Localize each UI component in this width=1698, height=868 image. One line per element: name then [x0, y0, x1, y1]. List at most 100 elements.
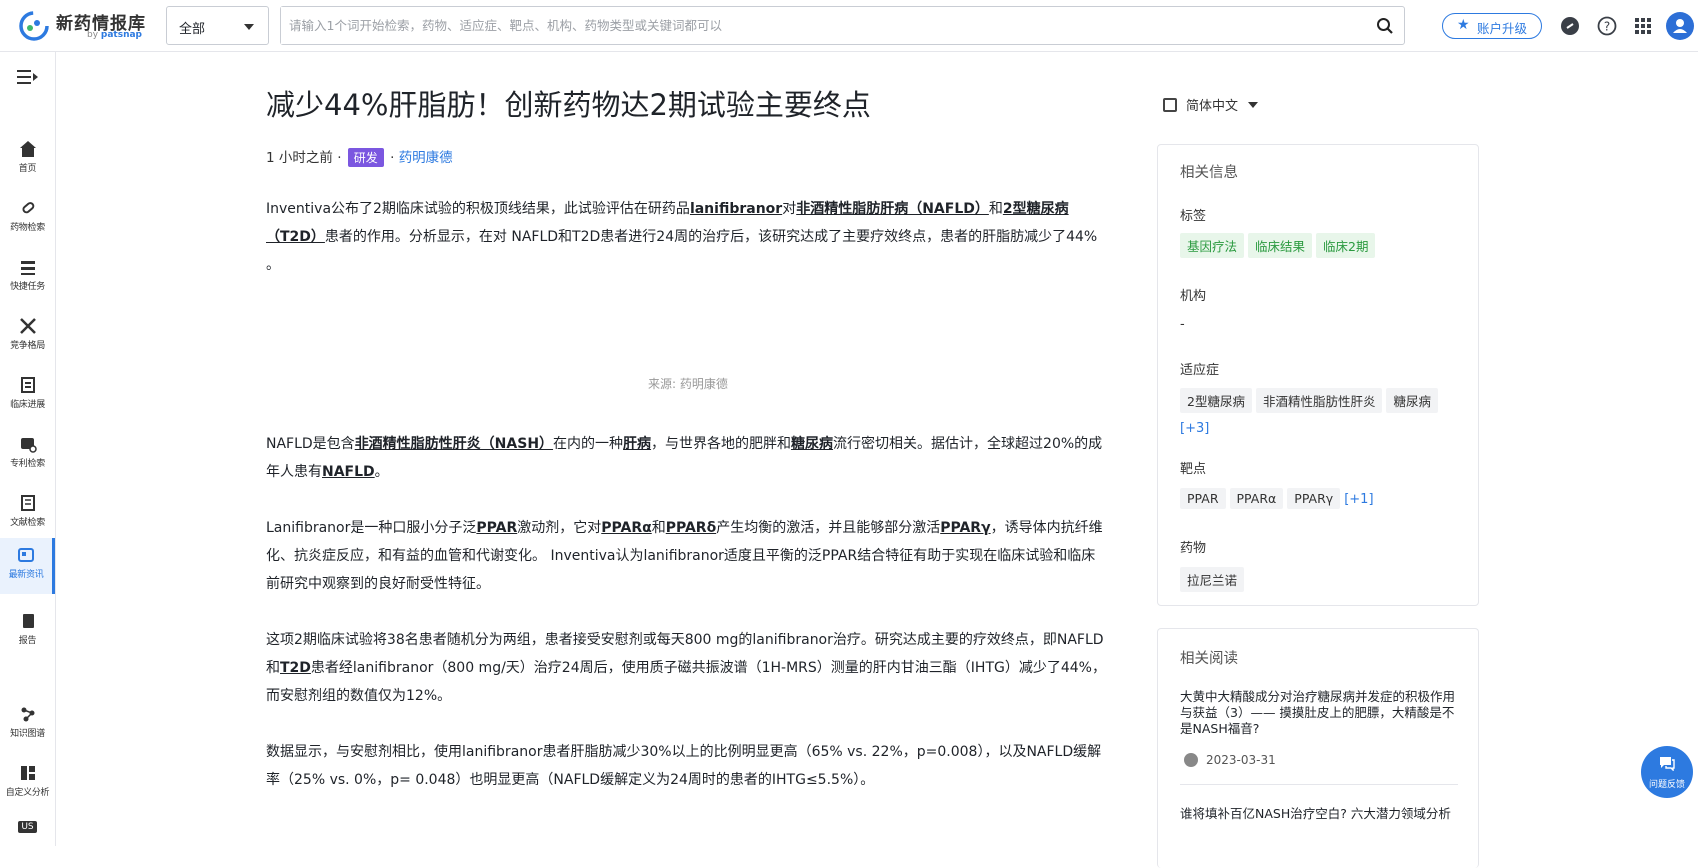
sidebar-item-literature[interactable]: 文献检索: [0, 486, 55, 538]
sidebar-item-label: 首页: [18, 164, 37, 174]
graph-icon: [21, 707, 34, 722]
user-avatar[interactable]: [1666, 12, 1694, 40]
tag-chip[interactable]: 基因疗法: [1180, 233, 1245, 258]
document-icon: [20, 495, 35, 511]
sidebar-item-drug-search[interactable]: 药物检索: [0, 191, 55, 243]
sidebar-item-report[interactable]: 报告: [0, 604, 55, 656]
drug-list: 拉尼兰诺: [1180, 567, 1470, 596]
sidebar-item-custom-analysis[interactable]: 自定义分析: [0, 756, 55, 808]
sidebar-item-region[interactable]: US: [0, 814, 55, 846]
search-box[interactable]: [280, 6, 1405, 45]
sidebar-item-knowledge-graph[interactable]: 知识图谱: [0, 697, 55, 749]
top-bar: 新药情报库 by patsnap 全部 ★ 账户升级 ?: [0, 0, 1698, 52]
dashboard-icon: [20, 766, 35, 780]
sidebar-item-patent[interactable]: 专利检索: [0, 427, 55, 479]
related-reading-card: 相关阅读 大黄中大精酸成分对治疗糖尿病并发症的积极作用与获益（3）—— 摸摸肚皮…: [1157, 628, 1479, 868]
drug-chip[interactable]: 拉尼兰诺: [1180, 567, 1245, 592]
chevron-down-icon: [244, 24, 254, 30]
sidebar: 首页 药物检索 快捷任务 竞争格局 临床进展 专利检索 文献检索 最新资讯 报告…: [0, 52, 56, 846]
reading-item-date: 2023-03-31: [1180, 753, 1276, 767]
tags-list: 基因疗法 临床结果 临床2期: [1180, 233, 1470, 262]
meta-separator: ·: [337, 150, 342, 166]
chevron-down-icon: [1248, 102, 1259, 108]
indication-chip[interactable]: 非酒精性脂肪性肝炎: [1255, 388, 1383, 413]
entity-link[interactable]: PPARγ: [940, 520, 990, 536]
sidebar-item-label: 临床进展: [10, 400, 45, 410]
swords-icon: [19, 318, 36, 334]
feedback-button[interactable]: 问题反馈: [1641, 746, 1693, 798]
chat-icon: [1660, 757, 1675, 772]
entity-link[interactable]: 糖尿病: [791, 436, 833, 452]
search-scope-value: 全部: [179, 22, 206, 37]
article-paragraph: 这项2期临床试验将38名患者随机分为两组，患者接受安慰剂或每天800 mg的la…: [266, 632, 1106, 704]
entity-link[interactable]: PPARα: [601, 520, 651, 536]
collapse-menu-icon[interactable]: [17, 69, 39, 85]
sidebar-item-competition[interactable]: 竞争格局: [0, 309, 55, 361]
star-icon: ★: [1457, 17, 1470, 33]
sidebar-item-clinical[interactable]: 临床进展: [0, 368, 55, 420]
org-value: -: [1180, 317, 1185, 332]
sidebar-item-label: 文献检索: [10, 518, 45, 528]
indication-chip[interactable]: 糖尿病: [1386, 388, 1438, 413]
entity-link[interactable]: PPARδ: [666, 520, 716, 536]
article-category-tag: 研发: [347, 148, 384, 167]
sidebar-item-label: 报告: [18, 636, 37, 646]
language-select[interactable]: 简体中文: [1163, 95, 1259, 114]
translate-icon: [1163, 98, 1177, 112]
clipboard-icon: [20, 377, 35, 393]
reading-item-title[interactable]: 大黄中大精酸成分对治疗糖尿病并发症的积极作用与获益（3）—— 摸摸肚皮上的肥膘，…: [1180, 689, 1458, 737]
target-list: PPAR PPARα PPARγ [+1]: [1180, 488, 1470, 513]
sidebar-item-home[interactable]: 首页: [0, 132, 55, 184]
entity-link[interactable]: T2D: [280, 660, 311, 676]
tag-chip[interactable]: 临床2期: [1316, 233, 1376, 258]
target-chip[interactable]: PPAR: [1180, 488, 1226, 509]
target-chip[interactable]: PPARγ: [1287, 488, 1341, 509]
target-more-link[interactable]: [+1]: [1344, 492, 1373, 507]
entity-link[interactable]: 肝病: [623, 436, 651, 452]
clock-icon: [1184, 753, 1198, 767]
article-paragraph: Inventiva公布了2期临床试验的积极顶线结果，此试验评估在研药品lanif…: [266, 201, 1098, 273]
entity-link[interactable]: PPAR: [476, 520, 517, 536]
card-title: 相关阅读: [1180, 651, 1238, 667]
target-label: 靶点: [1180, 462, 1207, 477]
svg-text:?: ?: [1604, 20, 1610, 34]
entity-link[interactable]: 非酒精性脂肪性肝炎（NASH）: [355, 436, 553, 452]
article-source-link[interactable]: 药明康德: [399, 150, 453, 166]
entity-link[interactable]: lanifibranor: [690, 201, 782, 217]
article-paragraph: Lanifibranor是一种口服小分子泛PPAR激动剂，它对PPARα和PPA…: [266, 520, 1103, 592]
upgrade-button[interactable]: ★ 账户升级: [1442, 13, 1542, 39]
sidebar-item-quick-task[interactable]: 快捷任务: [0, 250, 55, 302]
meta-separator: ·: [390, 150, 395, 166]
sidebar-item-label: 最新资讯: [8, 570, 44, 580]
divider: [1180, 784, 1458, 785]
logo-icon[interactable]: [18, 10, 50, 42]
reading-item-title[interactable]: 谁将填补百亿NASH治疗空白? 六大潜力领域分析: [1180, 806, 1458, 822]
upgrade-label: 账户升级: [1477, 21, 1528, 36]
target-chip[interactable]: PPARα: [1229, 488, 1284, 509]
apps-grid-icon[interactable]: [1633, 16, 1653, 36]
article-meta: 1 小时之前 · 研发 · 药明康德: [266, 146, 453, 167]
patent-icon: [20, 438, 37, 453]
help-icon[interactable]: ?: [1597, 16, 1617, 36]
sidebar-item-news[interactable]: 最新资讯: [0, 538, 55, 594]
entity-link[interactable]: 非酒精性脂肪肝病（NAFLD）: [796, 201, 989, 217]
card-title: 相关信息: [1180, 165, 1238, 181]
indication-list: 2型糖尿病 非酒精性脂肪性肝炎 糖尿病 [+3]: [1180, 388, 1470, 436]
tags-label: 标签: [1180, 209, 1207, 224]
indication-more-link[interactable]: [+3]: [1180, 421, 1209, 436]
indication-label: 适应症: [1180, 363, 1220, 378]
tag-chip[interactable]: 临床结果: [1248, 233, 1313, 258]
search-icon[interactable]: [1376, 17, 1394, 35]
entity-link[interactable]: NAFLD: [322, 464, 375, 480]
link-icon[interactable]: [1560, 16, 1580, 36]
drug-label: 药物: [1180, 541, 1207, 556]
feedback-label: 问题反馈: [1648, 780, 1685, 790]
search-scope-select[interactable]: 全部: [166, 6, 269, 45]
task-icon: [20, 261, 35, 275]
article-paragraph: 数据显示，与安慰剂相比，使用lanifibranor患者肝脂肪减少30%以上的比…: [266, 744, 1102, 788]
image-caption: 来源: 药明康德: [648, 377, 728, 391]
search-input[interactable]: [281, 7, 1341, 44]
sidebar-item-label: 竞争格局: [10, 341, 45, 351]
home-icon: [19, 141, 36, 157]
indication-chip[interactable]: 2型糖尿病: [1180, 388, 1252, 413]
